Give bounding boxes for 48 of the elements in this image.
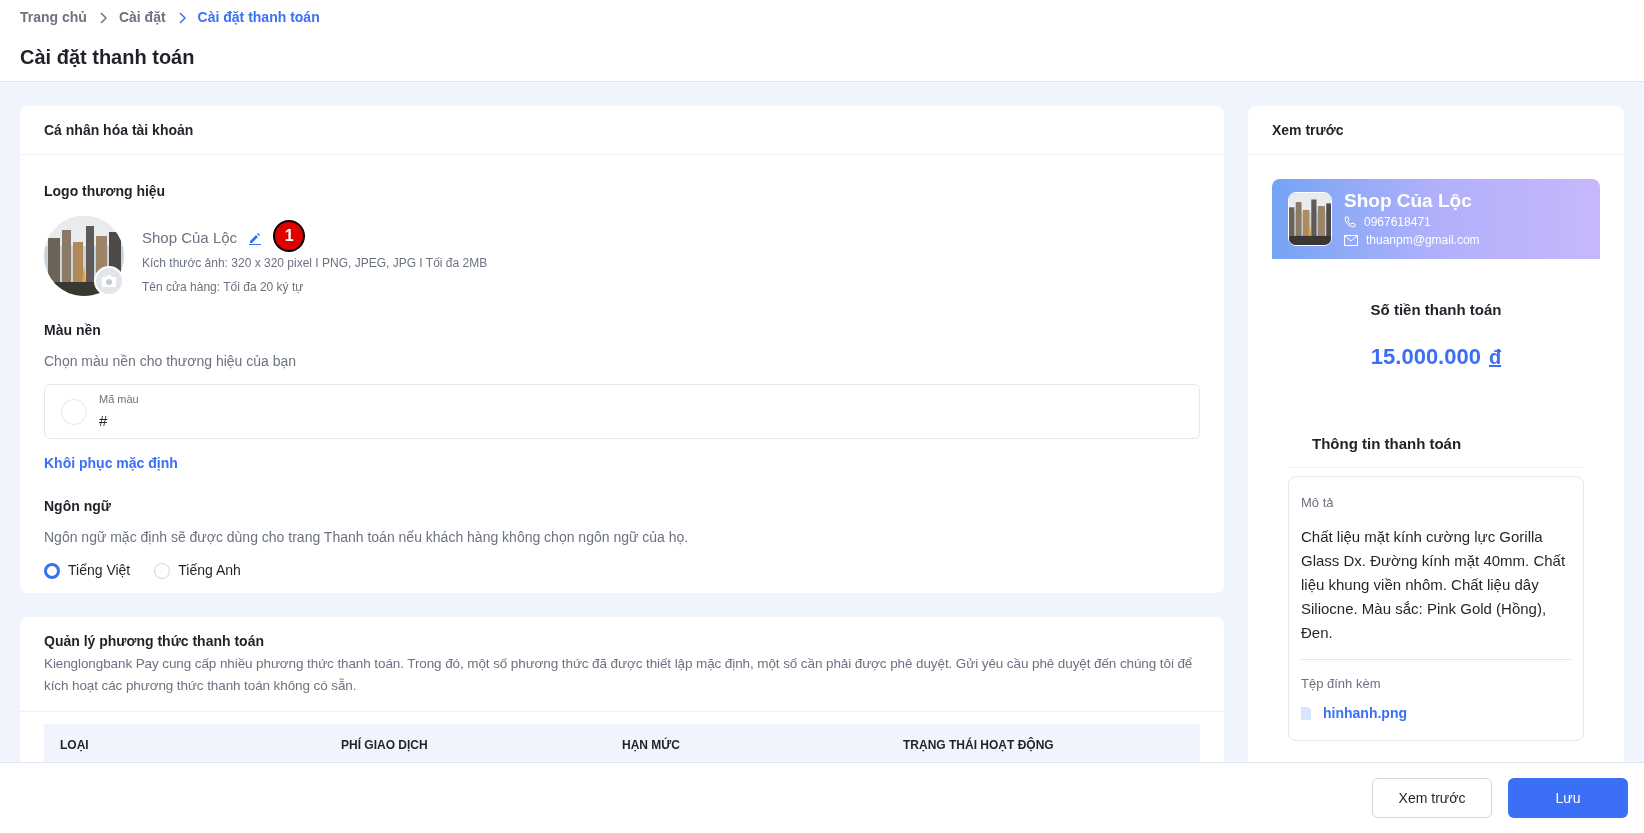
chevron-right-icon (98, 11, 107, 24)
card-title: Quản lý phương thức thanh toán (44, 632, 265, 651)
camera-icon (101, 274, 117, 288)
edit-icon[interactable] (249, 231, 262, 245)
radio-option[interactable]: Tiếng Việt (44, 560, 131, 581)
breadcrumb-link[interactable]: Trang chủ (20, 7, 87, 28)
preview-button[interactable]: Xem trước (1372, 778, 1492, 818)
hint-text: Kích thước ảnh: 320 x 320 pixel I PNG, JPEG, JPG I Tối đa 2MB (142, 255, 488, 272)
page-title: Cài đặt thanh toán (20, 45, 196, 70)
amount-value: 15.000.000 (1370, 342, 1481, 371)
field-value: # (99, 410, 109, 431)
field-label: Mã màu (99, 392, 139, 407)
save-button[interactable]: Lưu (1508, 778, 1628, 818)
file-icon (1301, 707, 1311, 720)
description-text: Kienglongbank Pay cung cấp nhiều phương thức thanh toán. Trong đó, một số phương thức đã được thiết lập mặc định, một số cần phải được phê duyệt. Gửi yêu cầu phê duyệt đến chúng tôi để kích hoạt các phương thức thanh toán không có sẵn. (44, 655, 1194, 695)
column-header: HẠN MỨC (622, 736, 681, 754)
card-title: Cá nhân hóa tài khoản (44, 120, 194, 140)
breadcrumb-link[interactable]: Cài đặt (118, 7, 166, 28)
column-header: LOẠI (60, 737, 90, 754)
radio-option[interactable]: Tiếng Anh (154, 560, 241, 581)
phone-text: 0967618471 (1364, 214, 1431, 231)
color-field[interactable]: Mã màu # (44, 384, 1200, 439)
reset-link[interactable]: Khôi phục mặc định (44, 453, 1200, 474)
chevron-right-icon (177, 11, 186, 24)
field-label: Tệp đính kèm (1301, 674, 1382, 693)
field-label: Mô tả (1301, 494, 1335, 512)
column-header: PHÍ GIAO DỊCH (341, 736, 429, 754)
amount-label: Số tiền thanh toán (1369, 300, 1503, 320)
phone-icon (1344, 216, 1356, 228)
radio-button[interactable] (44, 562, 60, 579)
shop-name: Shop Của Lộc (142, 227, 238, 248)
step-badge: 1 (273, 220, 306, 252)
hint-text: Tên cửa hàng: Tối đa 20 ký tự (142, 279, 305, 296)
section-heading: Logo thương hiệu (44, 182, 167, 201)
card-title: Xem trước (1272, 120, 1344, 140)
email-text: thuanpm@gmail.com (1366, 232, 1480, 249)
section-heading: Ngôn ngữ (44, 497, 112, 516)
currency-symbol: đ (1488, 344, 1502, 370)
description-text: Ngôn ngữ mặc định sẽ được dùng cho trang Thanh toán nếu khách hàng không chọn ngôn ngữ của họ. (44, 528, 690, 547)
section-heading: Màu nền (44, 321, 102, 340)
mail-icon (1344, 234, 1358, 246)
description-text: Chất liệu mặt kính cường lực Gorilla Glass Dx. Đường kính mặt 40mm. Chất liệu khung viền nhôm. Chất liệu dây Siliocne. Màu sắc: Pink Gold (Hồng), Đen. (1301, 524, 1571, 660)
breadcrumb-link[interactable]: Cài đặt thanh toán (197, 7, 320, 28)
description-text: Chọn màu nền cho thương hiệu của bạn (44, 352, 298, 371)
section-heading: Thông tin thanh toán (1311, 433, 1463, 454)
banner-shop-name: Shop Của Lộc (1344, 189, 1473, 213)
column-header: TRẠNG THÁI HOẠT ĐỘNG (903, 736, 1055, 754)
attachment-link[interactable]: hinhanh.png (1323, 703, 1407, 724)
